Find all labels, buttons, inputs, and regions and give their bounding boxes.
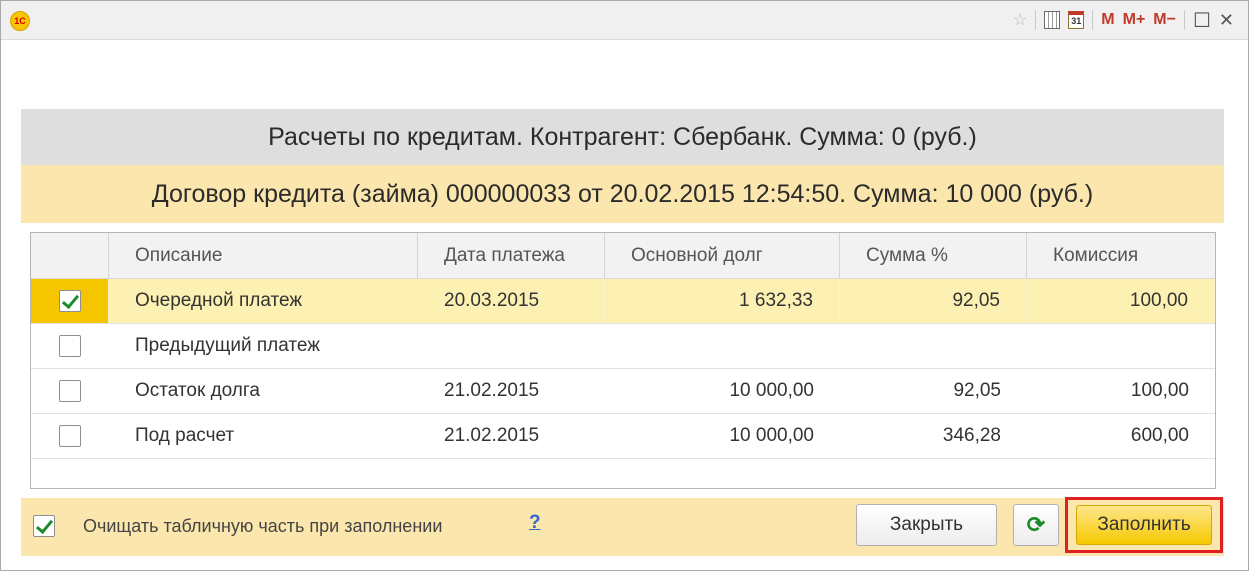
fill-button-highlight: Заполнить (1065, 497, 1223, 553)
row-date: 21.02.2015 (444, 425, 540, 446)
row-checkbox-cell (31, 369, 109, 413)
app-logo-icon[interactable]: 1С (10, 11, 30, 31)
footer-bar: Очищать табличную часть при заполнении ?… (21, 497, 1224, 556)
loan-agreement-header: Договор кредита (займа) 000000033 от 20.… (21, 165, 1224, 223)
row-commission: 100,00 (1027, 279, 1215, 323)
close-button[interactable]: Закрыть (856, 504, 997, 546)
clear-table-label[interactable]: Очищать табличную часть при заполнении (83, 516, 442, 537)
star-icon[interactable]: ☆ (1013, 8, 1027, 32)
column-header-commission[interactable]: Комиссия (1027, 233, 1215, 278)
row-principal: 10 000,00 (729, 425, 814, 446)
row-checkbox[interactable] (59, 380, 81, 402)
row-commission: 600,00 (1130, 425, 1189, 446)
row-description: Под расчет (135, 425, 235, 446)
table-row[interactable]: Остаток долга 21.02.2015 10 000,00 92,05… (31, 369, 1215, 414)
maximize-icon[interactable]: ☐ (1193, 8, 1211, 32)
help-link[interactable]: ? (529, 512, 541, 534)
title-bar-actions: ☆ 31 M M+ M− ☐ ✕ (1005, 8, 1234, 32)
row-checkbox-cell (31, 279, 109, 323)
row-date: 21.02.2015 (444, 380, 540, 401)
calendar-button[interactable]: 31 (1068, 8, 1085, 32)
row-interest (840, 324, 1027, 368)
payments-table: Описание Дата платежа Основной долг Сумм… (30, 232, 1216, 489)
calculator-button[interactable] (1044, 8, 1061, 32)
title-bar-separator (1035, 10, 1037, 30)
row-principal: 1 632,33 (605, 279, 840, 323)
row-description: Предыдущий платеж (135, 335, 320, 356)
fill-button[interactable]: Заполнить (1076, 505, 1212, 545)
column-header-date[interactable]: Дата платежа (418, 233, 605, 278)
row-commission: 100,00 (1130, 380, 1189, 401)
row-date: 20.03.2015 (418, 279, 605, 323)
refresh-icon[interactable]: ⟳ (1013, 504, 1059, 546)
calculator-icon (1044, 11, 1061, 29)
memory-plus-button[interactable]: M+ (1123, 8, 1146, 32)
column-header-interest[interactable]: Сумма % (840, 233, 1027, 278)
row-principal: 10 000,00 (729, 380, 814, 401)
memory-m-button[interactable]: M (1101, 8, 1114, 32)
table-row[interactable]: Очередной платеж 20.03.2015 1 632,33 92,… (31, 279, 1215, 324)
close-icon[interactable]: ✕ (1219, 8, 1234, 32)
row-checkbox-cell (31, 414, 109, 458)
table-header-row: Описание Дата платежа Основной долг Сумм… (31, 233, 1215, 279)
memory-minus-button[interactable]: M− (1153, 8, 1176, 32)
header-checkbox-column (31, 233, 109, 278)
row-principal (605, 324, 840, 368)
clear-table-checkbox[interactable] (33, 515, 55, 537)
row-interest: 346,28 (942, 425, 1001, 446)
row-description: Очередной платеж (109, 279, 418, 323)
column-header-principal[interactable]: Основной долг (605, 233, 840, 278)
table-row[interactable]: Под расчет 21.02.2015 10 000,00 346,28 6… (31, 414, 1215, 459)
row-checkbox[interactable] (59, 335, 81, 357)
credit-settlement-header: Расчеты по кредитам. Контрагент: Сбербан… (21, 109, 1224, 165)
calendar-icon: 31 (1068, 11, 1085, 29)
title-bar-separator (1183, 10, 1185, 30)
column-header-description[interactable]: Описание (109, 233, 418, 278)
title-bar: 1С ☆ 31 M M+ M− ☐ ✕ (1, 1, 1248, 40)
row-checkbox[interactable] (58, 290, 81, 312)
dialog-window: 1С ☆ 31 M M+ M− ☐ ✕ Расчеты по кредитам.… (0, 0, 1249, 571)
table-row[interactable]: Предыдущий платеж (31, 324, 1215, 369)
row-interest: 92,05 (953, 380, 1001, 401)
row-date (418, 324, 605, 368)
row-interest: 92,05 (840, 279, 1027, 323)
row-checkbox-cell (31, 324, 109, 368)
row-checkbox[interactable] (59, 425, 81, 447)
row-description: Остаток долга (135, 380, 260, 401)
row-commission (1027, 324, 1215, 368)
title-bar-separator (1092, 10, 1094, 30)
